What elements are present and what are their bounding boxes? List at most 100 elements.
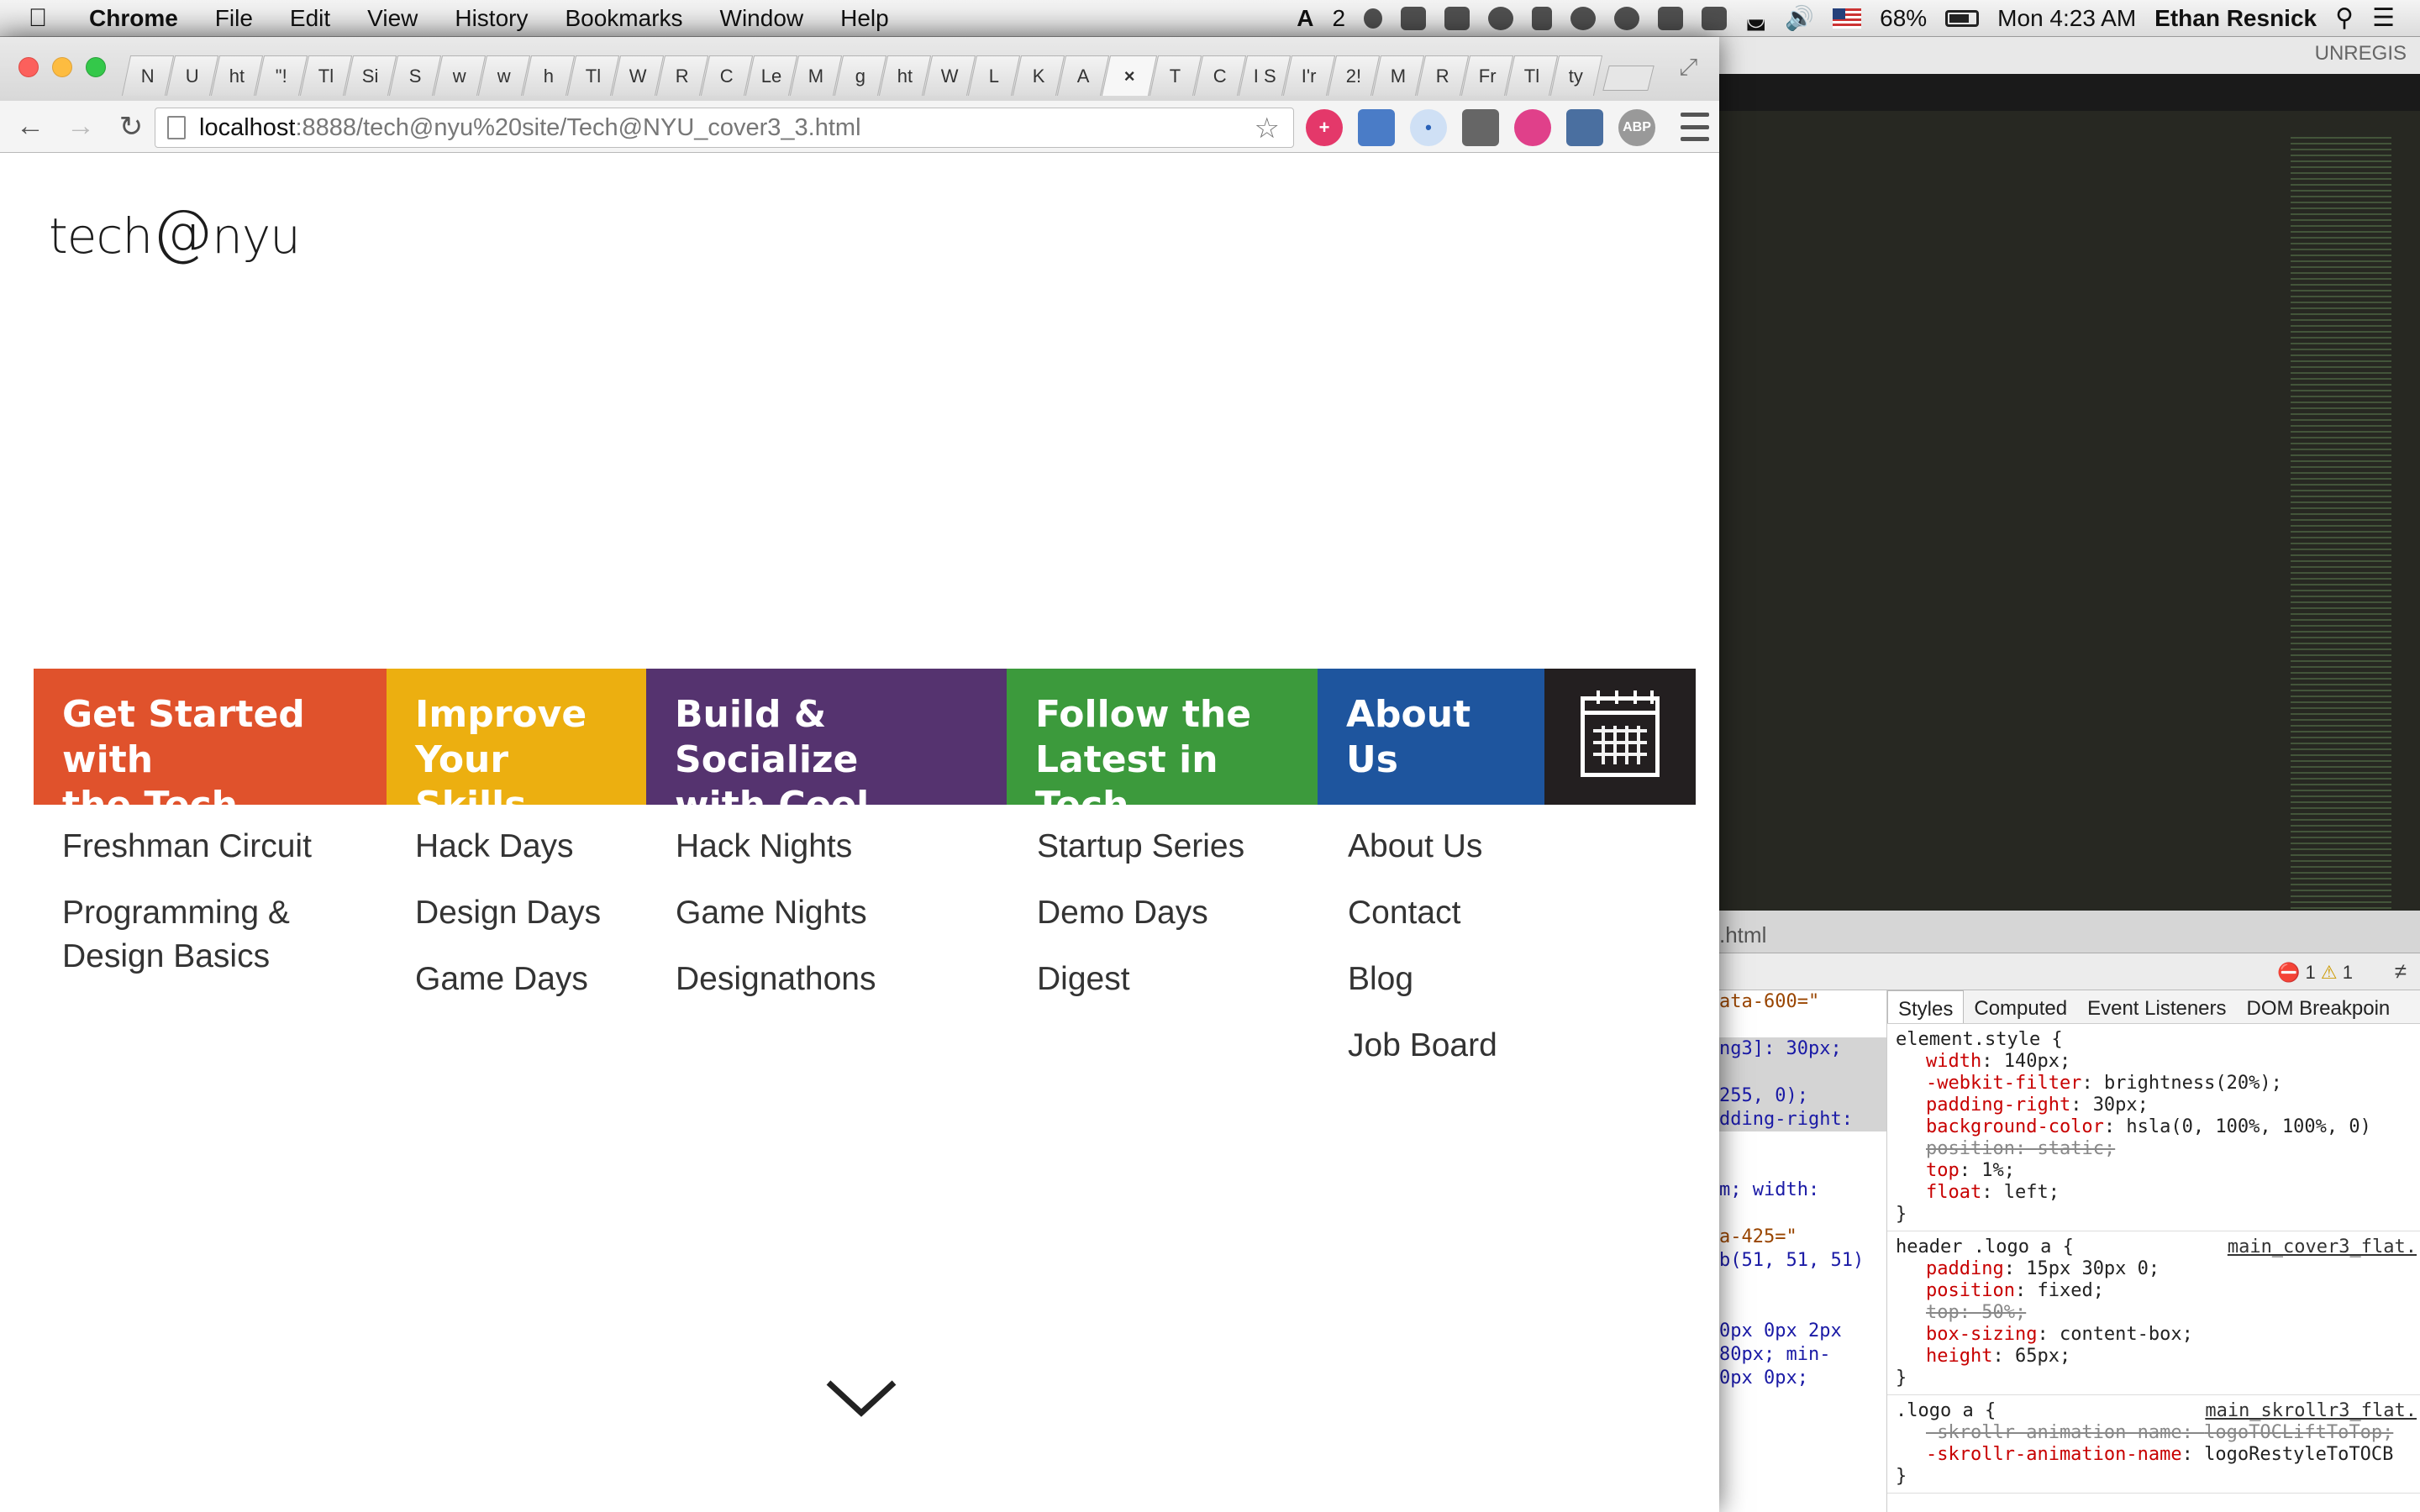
headphones-icon[interactable] bbox=[1614, 6, 1640, 30]
browser-tab[interactable]: I'r bbox=[1282, 55, 1336, 96]
calendar-button[interactable] bbox=[1544, 669, 1696, 805]
elements-line[interactable]: 255, 0); bbox=[1719, 1084, 1886, 1108]
browser-tab[interactable]: Tl bbox=[566, 55, 620, 96]
reload-button[interactable]: ↻ bbox=[111, 107, 151, 147]
browser-tab[interactable]: K bbox=[1012, 55, 1065, 96]
extension-pink-icon[interactable] bbox=[1514, 109, 1551, 146]
browser-tab[interactable]: T bbox=[1149, 55, 1202, 96]
creative-cloud-icon[interactable] bbox=[1488, 6, 1514, 30]
tab-dom-breakpoints[interactable]: DOM Breakpoin bbox=[2237, 990, 2401, 1023]
link-programming-design-basics[interactable]: Programming & Design Basics bbox=[62, 891, 314, 979]
elements-line[interactable]: m; width: bbox=[1719, 1179, 1886, 1202]
browser-tab[interactable]: g bbox=[834, 55, 887, 96]
nav-about-us[interactable]: About Us bbox=[1318, 669, 1544, 805]
style-declaration[interactable]: position: static; bbox=[1896, 1138, 2412, 1160]
elements-tree[interactable]: ata-600=" ng3]: 30px; 255, 0); dding-righ… bbox=[1719, 990, 1887, 1512]
active-tab[interactable]: × bbox=[1101, 55, 1158, 96]
style-declaration[interactable]: box-sizing: content-box; bbox=[1896, 1324, 2412, 1346]
apple-menu-icon[interactable]:  bbox=[0, 4, 76, 33]
new-tab-button[interactable] bbox=[1602, 66, 1655, 91]
menu-view[interactable]: View bbox=[349, 5, 436, 32]
input-source-flag-icon[interactable] bbox=[1833, 8, 1862, 29]
elements-line[interactable] bbox=[1719, 1014, 1886, 1037]
spotlight-search-icon[interactable]: ⚲ bbox=[2335, 3, 2354, 33]
extension-add-icon[interactable]: + bbox=[1306, 109, 1343, 146]
elements-line[interactable]: b(51, 51, 51) bbox=[1719, 1249, 1886, 1273]
link-contact[interactable]: Contact bbox=[1348, 891, 1497, 935]
tech-nyu-logo[interactable]: tech@nyu bbox=[49, 197, 301, 267]
adblock-plus-icon[interactable]: ABP bbox=[1618, 109, 1655, 146]
elements-line[interactable]: dding-right: bbox=[1719, 1108, 1886, 1131]
link-startup-series[interactable]: Startup Series bbox=[1037, 825, 1244, 869]
elements-line[interactable] bbox=[1719, 1273, 1886, 1296]
browser-tab[interactable]: "! bbox=[255, 55, 308, 96]
browser-tab[interactable]: C bbox=[1193, 55, 1247, 96]
elements-line[interactable] bbox=[1719, 1131, 1886, 1155]
minimize-window-button[interactable] bbox=[52, 57, 72, 77]
forward-button[interactable]: → bbox=[60, 107, 101, 147]
address-bar[interactable]: localhost :8888/tech@nyu%20site/Tech@NYU… bbox=[155, 108, 1294, 148]
bookmark-star-icon[interactable]: ☆ bbox=[1255, 112, 1280, 145]
link-freshman-circuit[interactable]: Freshman Circuit bbox=[62, 825, 314, 869]
drive-icon[interactable] bbox=[1444, 6, 1470, 30]
console-counts[interactable]: ⛔ 1 ⚠ 1 bbox=[2277, 962, 2353, 984]
close-tab-icon[interactable]: × bbox=[1123, 66, 1134, 87]
tab-event-listeners[interactable]: Event Listeners bbox=[2077, 990, 2236, 1023]
volume-icon[interactable]: 🔊 bbox=[1785, 4, 1814, 32]
nav-build-socialize[interactable]: Build & Socialize with Cool People bbox=[646, 669, 1007, 872]
extension-wrench-icon[interactable] bbox=[1462, 109, 1499, 146]
menu-edit[interactable]: Edit bbox=[271, 5, 349, 32]
browser-tab[interactable]: ty bbox=[1549, 55, 1603, 96]
user-name[interactable]: Ethan Resnick bbox=[2154, 5, 2317, 32]
browser-tab[interactable]: Si bbox=[344, 55, 397, 96]
style-declaration[interactable]: top: 1%; bbox=[1896, 1160, 2412, 1182]
adobe-icon[interactable]: A bbox=[1297, 5, 1313, 32]
browser-tab[interactable]: W bbox=[923, 55, 976, 96]
notification-center-icon[interactable]: ☰ bbox=[2372, 3, 2395, 33]
link-hack-days[interactable]: Hack Days bbox=[415, 825, 601, 869]
menu-help[interactable]: Help bbox=[822, 5, 908, 32]
menu-file[interactable]: File bbox=[197, 5, 271, 32]
menu-window[interactable]: Window bbox=[702, 5, 823, 32]
extension-doc-icon[interactable] bbox=[1566, 109, 1603, 146]
dropbox-icon[interactable] bbox=[1401, 6, 1427, 30]
style-declaration[interactable]: position: fixed; bbox=[1896, 1280, 2412, 1302]
browser-tab[interactable]: R bbox=[1416, 55, 1470, 96]
browser-tab[interactable]: N bbox=[121, 55, 175, 96]
rule-source-link[interactable]: main_cover3_flat. bbox=[2228, 1236, 2417, 1258]
style-declaration[interactable]: padding: 15px 30px 0; bbox=[1896, 1258, 2412, 1280]
browser-tab[interactable]: W bbox=[611, 55, 665, 96]
link-hack-nights[interactable]: Hack Nights bbox=[676, 825, 876, 869]
browser-tab[interactable]: h bbox=[522, 55, 576, 96]
browser-tab[interactable]: w bbox=[477, 55, 531, 96]
link-design-days[interactable]: Design Days bbox=[415, 891, 601, 935]
browser-tab[interactable]: w bbox=[433, 55, 487, 96]
battery-icon[interactable] bbox=[1945, 9, 1980, 27]
browser-tab[interactable]: R bbox=[655, 55, 709, 96]
browser-tab[interactable]: C bbox=[700, 55, 754, 96]
style-declaration[interactable]: height: 65px; bbox=[1896, 1346, 2412, 1368]
link-about-us[interactable]: About Us bbox=[1348, 825, 1497, 869]
elements-line[interactable]: ng3]: 30px; bbox=[1719, 1037, 1886, 1061]
link-job-board[interactable]: Job Board bbox=[1348, 1024, 1497, 1068]
browser-tab[interactable]: U bbox=[166, 55, 219, 96]
browser-tab[interactable]: ht bbox=[210, 55, 264, 96]
back-button[interactable]: ← bbox=[10, 107, 50, 147]
elements-line[interactable]: 0px 0px; bbox=[1719, 1367, 1886, 1390]
style-declaration[interactable]: width: 140px; bbox=[1896, 1051, 2412, 1073]
chevron-down-icon[interactable] bbox=[823, 1371, 899, 1421]
extension-dot-icon[interactable]: • bbox=[1410, 109, 1447, 146]
sync-icon[interactable] bbox=[1570, 6, 1597, 30]
browser-tab[interactable]: S bbox=[388, 55, 442, 96]
browser-tab[interactable]: Fr bbox=[1460, 55, 1514, 96]
link-designathons[interactable]: Designathons bbox=[676, 958, 876, 1001]
link-digest[interactable]: Digest bbox=[1037, 958, 1244, 1001]
elements-line[interactable] bbox=[1719, 1155, 1886, 1179]
style-declaration[interactable]: float: left; bbox=[1896, 1182, 2412, 1204]
nav-follow-latest[interactable]: Follow the Latest in Tech bbox=[1007, 669, 1318, 827]
link-blog[interactable]: Blog bbox=[1348, 958, 1497, 1001]
menu-history[interactable]: History bbox=[436, 5, 546, 32]
browser-tab[interactable]: A bbox=[1056, 55, 1110, 96]
rule-source-link[interactable]: main_skrollr3_flat. bbox=[2205, 1400, 2417, 1422]
tab-styles[interactable]: Styles bbox=[1887, 990, 1965, 1023]
